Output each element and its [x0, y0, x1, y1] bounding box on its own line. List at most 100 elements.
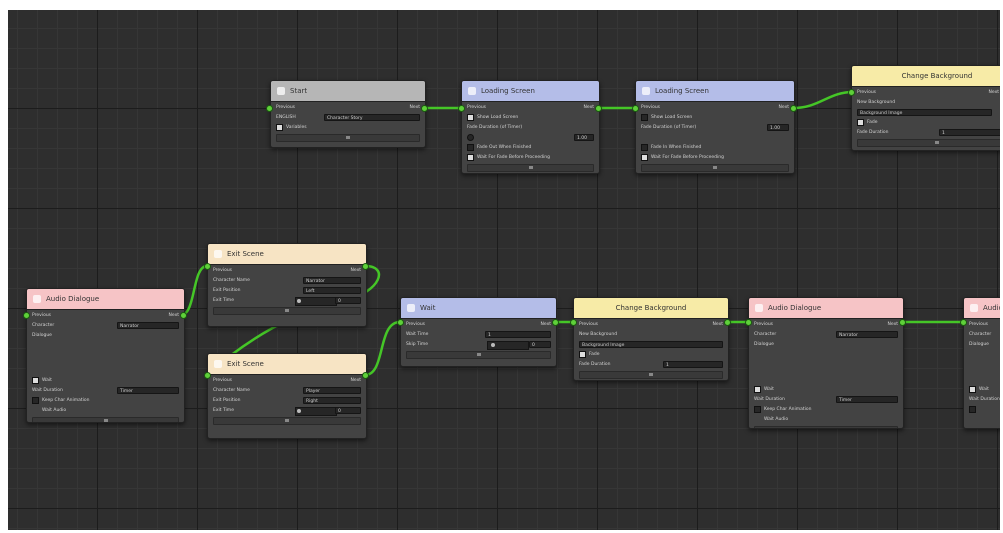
audio2-next-port[interactable]: [899, 319, 906, 326]
node-collapse-bar[interactable]: [754, 426, 898, 428]
exit-scene-header[interactable]: Exit Scene: [208, 244, 366, 265]
change-background-header[interactable]: Change Background: [574, 298, 728, 319]
fade-checkbox[interactable]: [857, 119, 864, 126]
loading2-previous-port[interactable]: [632, 105, 639, 112]
background-object-field[interactable]: Background Image: [857, 109, 992, 116]
node-collapse-bar[interactable]: [857, 139, 1000, 147]
loading-screen-header[interactable]: Loading Screen: [636, 81, 794, 102]
wait-header[interactable]: Wait: [401, 298, 556, 319]
keep-char-animation-checkbox[interactable]: [754, 406, 761, 413]
wait-time-field[interactable]: 1: [485, 331, 551, 338]
story-field[interactable]: Character Story: [324, 114, 420, 121]
show-load-screen-checkbox[interactable]: [467, 114, 474, 121]
character-name-field[interactable]: Narrator: [303, 277, 361, 284]
exit1-next-port[interactable]: [362, 263, 369, 270]
audio1-previous-port[interactable]: [23, 312, 30, 319]
keep-char-animation-checkbox[interactable]: [32, 397, 39, 404]
exit-time-slider[interactable]: [295, 407, 337, 416]
fade-duration-field[interactable]: 1.00: [574, 134, 594, 141]
audio-dialogue-node-1[interactable]: Audio Dialogue Previous Next Character Nar…: [26, 288, 185, 423]
wait-label: Wait: [979, 387, 989, 392]
change-background-header[interactable]: Change Background: [852, 66, 1000, 87]
node-collapse-bar[interactable]: [213, 307, 361, 315]
wait-next-port[interactable]: [552, 319, 559, 326]
node-collapse-bar[interactable]: [276, 134, 420, 142]
change-bg1-previous-port[interactable]: [848, 89, 855, 96]
loading1-previous-port[interactable]: [458, 105, 465, 112]
node-collapse-bar[interactable]: [213, 417, 361, 425]
node-graph-canvas[interactable]: Start Previous Next ENGLISH Character Stor…: [8, 10, 1000, 530]
fade-checkbox[interactable]: [579, 351, 586, 358]
change-background-node-2[interactable]: Change Background Previous Next New Backg…: [573, 297, 729, 381]
loading-screen-node-1[interactable]: Loading Screen Previous Next Show Load Sc…: [461, 80, 600, 174]
dialogue-label: Dialogue: [32, 333, 52, 338]
change-bg2-previous-port[interactable]: [570, 319, 577, 326]
exit-time-field[interactable]: 0: [335, 297, 361, 304]
wait-duration-label: Wait Duration: [754, 397, 785, 402]
background-object-field[interactable]: Background Image: [579, 341, 723, 348]
exit2-previous-port[interactable]: [204, 372, 211, 379]
loading-screen-node-2[interactable]: Loading Screen Previous Next Show Load Sc…: [635, 80, 795, 174]
wait-duration-label: Wait Duration: [969, 397, 1000, 402]
keep-char-animation-checkbox[interactable]: [969, 406, 976, 413]
wait-checkbox[interactable]: [969, 386, 976, 393]
exit-scene-node-2[interactable]: Exit Scene Previous Next Character Name Pl…: [207, 353, 367, 439]
skip-time-slider[interactable]: [487, 341, 529, 350]
exit-scene-node-1[interactable]: Exit Scene Previous Next Character Name Na…: [207, 243, 367, 327]
exit2-next-port[interactable]: [362, 372, 369, 379]
audio-dialogue-node-2[interactable]: Audio Dialogue Previous Next Character Nar…: [748, 297, 904, 429]
loading1-next-port[interactable]: [595, 105, 602, 112]
node-collapse-bar[interactable]: [579, 371, 723, 379]
loading-screen-header[interactable]: Loading Screen: [462, 81, 599, 102]
audio-dialogue-node-3[interactable]: Audio Previous Character Dialogue Wait W…: [963, 297, 1000, 429]
exit-time-field[interactable]: 0: [335, 407, 361, 414]
fade-duration-field[interactable]: 1: [939, 129, 1000, 136]
audio-dialogue-header[interactable]: Audio Dialogue: [27, 289, 184, 310]
language-label: ENGLISH: [276, 115, 296, 120]
wait-checkbox[interactable]: [32, 377, 39, 384]
start-node-header[interactable]: Start: [271, 81, 425, 102]
start-previous-port[interactable]: [266, 105, 273, 112]
previous-port-label: Previous: [641, 105, 661, 110]
show-load-screen-checkbox[interactable]: [641, 114, 648, 121]
audio-dialogue-header[interactable]: Audio Dialogue: [749, 298, 903, 319]
wait-type-dropdown[interactable]: Timer: [117, 387, 179, 394]
exit-position-dropdown[interactable]: Left: [303, 287, 361, 294]
change-bg2-next-port[interactable]: [724, 319, 731, 326]
wait-checkbox[interactable]: [754, 386, 761, 393]
fade-out-checkbox[interactable]: [467, 144, 474, 151]
audio2-previous-port[interactable]: [745, 319, 752, 326]
audio-dialogue-header[interactable]: Audio: [964, 298, 1000, 319]
exit-scene-header[interactable]: Exit Scene: [208, 354, 366, 375]
skip-time-field[interactable]: 0: [529, 341, 551, 348]
audio3-previous-port[interactable]: [960, 319, 967, 326]
fade-in-checkbox[interactable]: [641, 144, 648, 151]
toggle-checkbox[interactable]: [467, 134, 474, 141]
start-next-port[interactable]: [421, 105, 428, 112]
node-collapse-bar[interactable]: [406, 351, 551, 359]
start-node[interactable]: Start Previous Next ENGLISH Character Stor…: [270, 80, 426, 148]
fade-in-label: Fade In When Finished: [651, 145, 702, 150]
fade-duration-field[interactable]: 1.00: [767, 124, 789, 131]
node-collapse-bar[interactable]: [641, 164, 789, 172]
wait-for-fade-label: Wait For Fade Before Proceeding: [477, 155, 550, 160]
exit-position-dropdown[interactable]: Right: [303, 397, 361, 404]
keep-char-animation-label: Keep Char Animation: [764, 407, 812, 412]
exit1-previous-port[interactable]: [204, 263, 211, 270]
wait-for-fade-checkbox[interactable]: [641, 154, 648, 161]
character-dropdown[interactable]: Narrator: [117, 322, 179, 329]
node-collapse-bar[interactable]: [32, 417, 179, 422]
character-name-field[interactable]: Player: [303, 387, 361, 394]
variables-checkbox[interactable]: [276, 124, 283, 131]
wait-type-dropdown[interactable]: Timer: [836, 396, 898, 403]
change-background-node-1[interactable]: Change Background Previous Next New Backg…: [851, 65, 1000, 151]
wait-for-fade-checkbox[interactable]: [467, 154, 474, 161]
fade-duration-field[interactable]: 1: [663, 361, 723, 368]
node-collapse-bar[interactable]: [467, 164, 594, 172]
exit-time-slider[interactable]: [295, 297, 337, 306]
character-dropdown[interactable]: Narrator: [836, 331, 898, 338]
wait-node[interactable]: Wait Previous Next Wait Time 1 Skip Time 0: [400, 297, 557, 367]
wait-previous-port[interactable]: [397, 319, 404, 326]
audio1-next-port[interactable]: [180, 312, 187, 319]
loading2-next-port[interactable]: [790, 105, 797, 112]
